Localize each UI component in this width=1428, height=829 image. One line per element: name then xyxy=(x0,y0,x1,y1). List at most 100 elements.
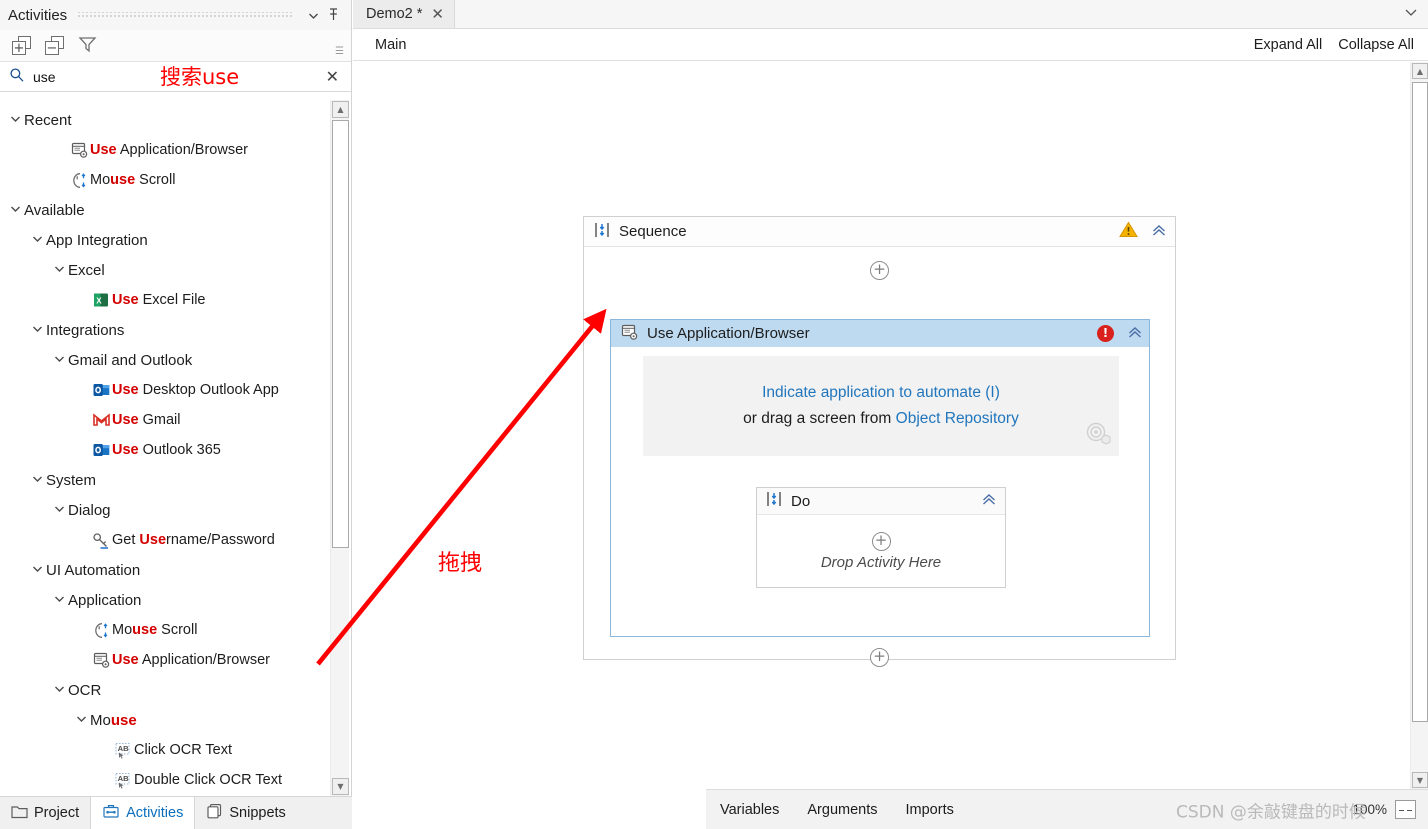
breadcrumb[interactable]: Main xyxy=(375,37,406,53)
tree-activity-row[interactable]: Use Gmail xyxy=(0,405,329,435)
chevron-down-icon[interactable] xyxy=(50,262,68,278)
chevron-down-icon[interactable] xyxy=(28,232,46,248)
tree-category-row[interactable]: OCR xyxy=(0,675,329,705)
chevron-down-icon[interactable] xyxy=(72,712,90,728)
fit-to-screen-icon[interactable] xyxy=(1395,800,1416,819)
do-body[interactable]: + Drop Activity Here xyxy=(757,515,1005,587)
tree-activity-row[interactable]: Get Username/Password xyxy=(0,525,329,555)
left-tab-snippets[interactable]: Snippets xyxy=(195,797,296,829)
activities-search-row: 搜索use ✕ xyxy=(0,62,351,92)
chevron-down-icon[interactable] xyxy=(28,322,46,338)
left-tab-activities[interactable]: Activities xyxy=(90,797,196,829)
use-application-browser-header[interactable]: Use Application/Browser ! xyxy=(611,320,1149,347)
left-tab-project[interactable]: Project xyxy=(0,797,90,829)
status-tab-variables[interactable]: Variables xyxy=(720,802,779,818)
workflow-canvas[interactable]: Sequence + Use Application/Browser ! Ind… xyxy=(353,62,1410,789)
use-application-browser-activity[interactable]: Use Application/Browser ! Indicate appli… xyxy=(610,319,1150,637)
breadcrumb-bar: Main Expand All Collapse All xyxy=(353,29,1428,61)
close-icon[interactable]: ✕ xyxy=(431,5,444,23)
tree-category-row[interactable]: Mouse xyxy=(0,705,329,735)
tree-category-row[interactable]: Gmail and Outlook xyxy=(0,345,329,375)
scroll-up-icon[interactable]: ▲ xyxy=(332,101,349,118)
tree-activity-row[interactable]: Use Outlook 365 xyxy=(0,435,329,465)
tabstrip-overflow-chevron-icon[interactable] xyxy=(1404,6,1418,20)
tree-item-label: Use Gmail xyxy=(112,412,181,428)
chevron-down-icon[interactable] xyxy=(50,352,68,368)
tree-item-label: App Integration xyxy=(46,231,148,249)
do-container[interactable]: Do + Drop Activity Here xyxy=(756,487,1006,588)
canvas-scrollbar[interactable]: ▲ ▼ xyxy=(1410,62,1428,789)
tree-activity-row[interactable]: Use Desktop Outlook App xyxy=(0,375,329,405)
error-icon[interactable]: ! xyxy=(1097,325,1114,342)
expand-all-icon[interactable]: + xyxy=(12,36,31,55)
scroll-up-icon[interactable]: ▲ xyxy=(1412,63,1428,79)
activities-panel: Activities + − ☰ use 搜索use ✕ Recent Use … xyxy=(0,0,352,829)
tree-category-row[interactable]: App Integration xyxy=(0,225,329,255)
scroll-down-icon[interactable]: ▼ xyxy=(1412,772,1428,788)
svg-text:AB: AB xyxy=(118,744,129,753)
tree-item-label: Excel xyxy=(68,261,105,279)
toolbar-overflow-icon[interactable]: ☰ xyxy=(335,46,344,57)
tree-item-label: Dialog xyxy=(68,501,111,519)
do-header[interactable]: Do xyxy=(757,488,1005,515)
chevron-down-icon[interactable] xyxy=(50,682,68,698)
left-tab-label: Project xyxy=(34,805,80,821)
tree-item-label: Get Username/Password xyxy=(112,532,275,548)
indicate-application-panel[interactable]: Indicate application to automate (I) or … xyxy=(643,356,1119,456)
tree-category-row[interactable]: Application xyxy=(0,585,329,615)
tree-category-row[interactable]: Integrations xyxy=(0,315,329,345)
status-tab-imports[interactable]: Imports xyxy=(906,802,954,818)
status-tab-arguments[interactable]: Arguments xyxy=(807,802,877,818)
chevron-down-icon[interactable] xyxy=(303,5,323,25)
document-tab-demo2[interactable]: Demo2 * ✕ xyxy=(353,0,455,28)
tree-category-row[interactable]: UI Automation xyxy=(0,555,329,585)
folder-icon xyxy=(11,804,28,823)
tree-activity-row[interactable]: AB Double Click OCR Text xyxy=(0,765,329,795)
chevron-down-icon[interactable] xyxy=(28,472,46,488)
add-activity-button-top[interactable]: + xyxy=(870,261,889,280)
warning-icon[interactable] xyxy=(1119,221,1138,242)
activities-scrollbar[interactable]: ▲ ▼ xyxy=(330,100,349,796)
indicate-application-link[interactable]: Indicate application to automate (I) xyxy=(762,384,1000,402)
collapse-toggle-icon[interactable] xyxy=(981,492,997,510)
tree-category-row[interactable]: Excel xyxy=(0,255,329,285)
object-repository-link[interactable]: Object Repository xyxy=(896,410,1019,427)
add-activity-button-bottom[interactable]: + xyxy=(870,648,889,667)
expand-all-button[interactable]: Expand All xyxy=(1254,37,1323,53)
filter-icon[interactable] xyxy=(78,35,97,56)
tree-activity-row[interactable]: Use Application/Browser xyxy=(0,135,329,165)
sequence-title: Sequence xyxy=(619,223,687,240)
sequence-header[interactable]: Sequence xyxy=(584,217,1175,247)
tree-category-row[interactable]: Recent xyxy=(0,105,329,135)
chevron-down-icon[interactable] xyxy=(50,592,68,608)
collapse-all-button[interactable]: Collapse All xyxy=(1338,37,1414,53)
scrollbar-thumb[interactable] xyxy=(332,120,349,548)
chevron-down-icon[interactable] xyxy=(28,562,46,578)
scroll-down-icon[interactable]: ▼ xyxy=(332,778,349,795)
zoom-level[interactable]: 100% xyxy=(1352,802,1387,817)
collapse-toggle-icon[interactable] xyxy=(1127,325,1143,343)
tree-activity-row[interactable]: X Use Excel File xyxy=(0,285,329,315)
tree-category-row[interactable]: System xyxy=(0,465,329,495)
tree-activity-row[interactable]: Use Application/Browser xyxy=(0,645,329,675)
tree-activity-row[interactable]: AB Click OCR Text xyxy=(0,735,329,765)
collapse-toggle-icon[interactable] xyxy=(1151,223,1167,241)
tree-activity-row[interactable]: Mouse Scroll xyxy=(0,165,329,195)
chevron-down-icon[interactable] xyxy=(6,202,24,218)
clear-search-icon[interactable]: ✕ xyxy=(322,67,343,87)
scrollbar-thumb[interactable] xyxy=(1412,82,1428,722)
sequence-activity[interactable]: Sequence + Use Application/Browser ! Ind… xyxy=(583,216,1176,667)
tree-activity-row[interactable]: Mouse Scroll xyxy=(0,615,329,645)
tree-category-row[interactable]: Available xyxy=(0,195,329,225)
outlook-icon xyxy=(90,382,112,398)
pin-icon[interactable] xyxy=(323,5,343,25)
chevron-down-icon[interactable] xyxy=(6,112,24,128)
chevron-down-icon[interactable] xyxy=(50,502,68,518)
collapse-all-icon[interactable]: − xyxy=(45,36,64,55)
indicate-target-icon[interactable] xyxy=(1085,421,1111,450)
add-activity-button-do[interactable]: + xyxy=(871,531,891,551)
tree-category-row[interactable]: Dialog xyxy=(0,495,329,525)
use-application-browser-title: Use Application/Browser xyxy=(647,325,810,342)
activities-tree[interactable]: Recent Use Application/Browser Mouse Scrol… xyxy=(0,100,329,796)
search-input[interactable] xyxy=(27,67,322,86)
